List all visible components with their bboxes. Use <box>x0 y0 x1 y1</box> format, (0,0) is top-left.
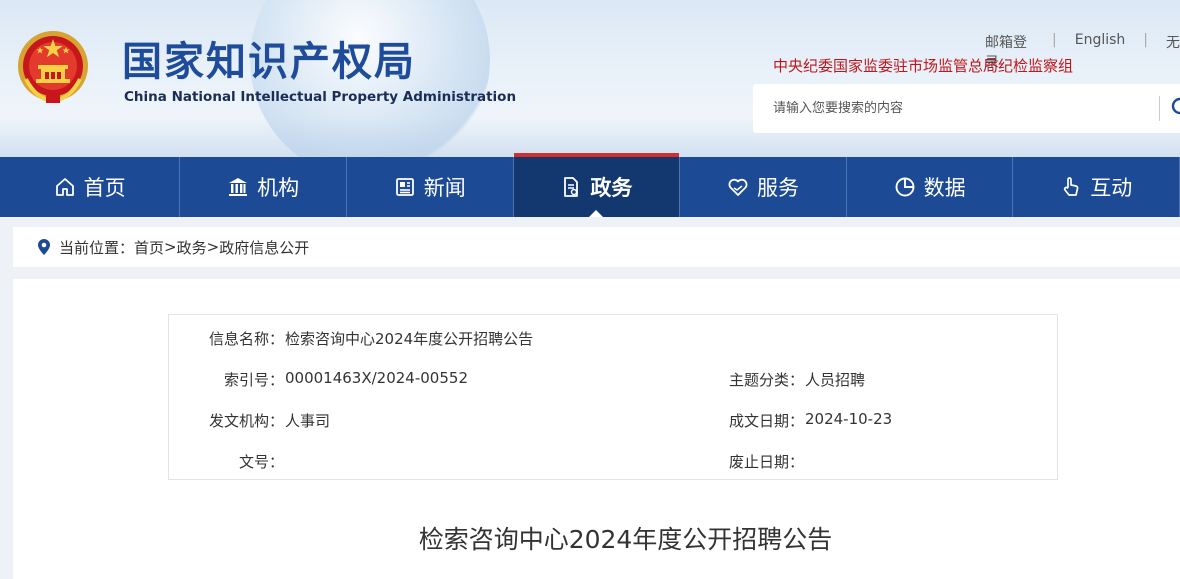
nav-item-government-affairs[interactable]: 政务 <box>513 153 681 217</box>
hand-pointer-icon <box>1064 177 1079 196</box>
breadcrumb: 当前位置： 首页 > 政务 > 政府信息公开 <box>13 227 1180 267</box>
info-org-label: 发文机构： <box>208 412 284 430</box>
site-header: 国家知识产权局 China National Intellectual Prop… <box>0 0 1180 157</box>
nav-item-data[interactable]: 数据 <box>847 157 1014 217</box>
document-icon <box>564 177 579 197</box>
info-expire-label: 废止日期： <box>728 453 804 471</box>
info-row-index: 索引号： 00001463X/2024-00552 主题分类： 人员招聘 <box>169 369 1057 389</box>
info-topic-label: 主题分类： <box>728 371 804 389</box>
nav-label: 机构 <box>257 176 300 200</box>
location-pin-icon <box>38 239 50 255</box>
main-nav: 首页 机构 新闻 政务 服务 数据 互动 <box>0 153 1180 217</box>
institution-icon <box>229 178 248 196</box>
nav-item-service[interactable]: 服务 <box>680 157 847 217</box>
nav-item-interaction[interactable]: 互动 <box>1013 157 1180 217</box>
discipline-inspection-link[interactable]: 中央纪委国家监委驻市场监管总局纪检监察组 <box>773 55 1073 76</box>
breadcrumb-item-info-disclosure[interactable]: 政府信息公开 <box>219 237 309 258</box>
english-link[interactable]: English <box>1075 32 1126 72</box>
nav-label: 政务 <box>590 176 633 200</box>
search-input[interactable] <box>753 84 1153 133</box>
info-docno-label: 文号： <box>238 453 284 471</box>
search-icon[interactable] <box>1171 97 1180 119</box>
pie-chart-icon <box>895 177 915 197</box>
info-name-label: 信息名称： <box>208 330 284 348</box>
accessibility-link[interactable]: 无 <box>1166 32 1180 72</box>
nav-label: 数据 <box>923 176 966 200</box>
heart-hand-icon <box>728 178 748 196</box>
nav-label: 服务 <box>756 176 799 200</box>
site-subtitle: China National Intellectual Property Adm… <box>124 89 517 105</box>
search-divider <box>1159 96 1160 121</box>
content-panel: 信息名称： 检索咨询中心2024年度公开招聘公告 索引号： 00001463X/… <box>13 279 1180 579</box>
link-separator: | <box>1143 32 1148 48</box>
home-icon <box>55 178 74 196</box>
national-emblem-icon[interactable] <box>16 29 90 105</box>
nav-label: 新闻 <box>423 176 466 200</box>
info-date-value: 2024-10-23 <box>805 410 893 428</box>
document-title: 检索咨询中心2024年度公开招聘公告 <box>418 525 833 554</box>
breadcrumb-item-government-affairs[interactable]: 政务 <box>177 237 207 258</box>
nav-item-home[interactable]: 首页 <box>0 157 181 217</box>
nav-label: 首页 <box>83 176 126 200</box>
nav-item-news[interactable]: 新闻 <box>347 157 514 217</box>
info-row-docno: 文号： 废止日期： <box>169 451 1057 471</box>
nav-label: 互动 <box>1090 176 1133 200</box>
info-name-value: 检索咨询中心2024年度公开招聘公告 <box>285 330 534 348</box>
info-topic-value: 人员招聘 <box>805 371 866 389</box>
info-org-value: 人事司 <box>285 412 331 430</box>
info-index-value: 00001463X/2024-00552 <box>285 369 468 387</box>
news-icon <box>395 178 414 196</box>
search-box <box>753 84 1180 133</box>
info-row-org: 发文机构： 人事司 成文日期： 2024-10-23 <box>169 410 1057 430</box>
site-title[interactable]: 国家知识产权局 <box>122 38 416 86</box>
breadcrumb-item-home[interactable]: 首页 <box>134 237 164 258</box>
info-row-name: 信息名称： 检索咨询中心2024年度公开招聘公告 <box>169 328 1057 348</box>
breadcrumb-separator: > <box>206 238 220 256</box>
nav-item-institution[interactable]: 机构 <box>180 157 347 217</box>
breadcrumb-prefix: 当前位置： <box>59 238 135 257</box>
document-info-box: 信息名称： 检索咨询中心2024年度公开招聘公告 索引号： 00001463X/… <box>168 314 1058 480</box>
info-index-label: 索引号： <box>223 371 284 389</box>
info-date-label: 成文日期： <box>728 412 804 430</box>
breadcrumb-separator: > <box>164 238 177 256</box>
